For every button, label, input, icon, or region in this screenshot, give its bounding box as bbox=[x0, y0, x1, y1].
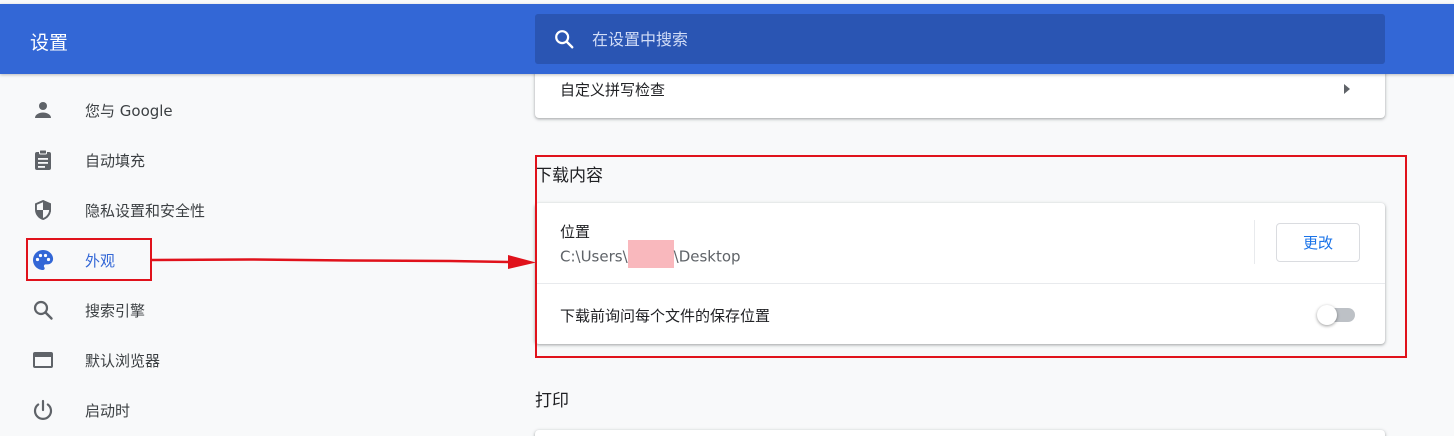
location-path-prefix: C:\Users\ bbox=[560, 247, 628, 266]
person-icon bbox=[35, 102, 51, 118]
ask-where-to-save-toggle[interactable] bbox=[1317, 305, 1357, 325]
header-bar: 设置 bbox=[0, 4, 1454, 74]
divider bbox=[1254, 220, 1255, 264]
print-section-title: 打印 bbox=[535, 391, 569, 411]
sidebar-item-privacy[interactable]: 隐私设置和安全性 bbox=[0, 188, 510, 232]
ask-where-to-save-label: 下载前询问每个文件的保存位置 bbox=[560, 307, 771, 325]
toggle-knob bbox=[1317, 305, 1337, 325]
change-location-button[interactable]: 更改 bbox=[1276, 223, 1360, 262]
sidebar-item-search-engine[interactable]: 搜索引擎 bbox=[0, 288, 510, 332]
download-location-row: 位置 C:\Users\ \Desktop 更改 bbox=[535, 203, 1385, 284]
palette-icon bbox=[33, 250, 54, 270]
downloads-card: 位置 C:\Users\ \Desktop 更改 下载前询问每个文件的保存位置 bbox=[535, 203, 1385, 344]
caret-right-icon[interactable] bbox=[1343, 83, 1351, 95]
redacted-username bbox=[627, 240, 674, 268]
spellcheck-label: 自定义拼写检查 bbox=[560, 81, 666, 99]
search-icon bbox=[33, 300, 53, 320]
sidebar-item-autofill[interactable]: 自动填充 bbox=[0, 138, 510, 182]
power-icon bbox=[33, 399, 53, 420]
settings-page: 设置 您与 Google 自动填充 bbox=[0, 0, 1454, 436]
sidebar-item-label: 自动填充 bbox=[85, 152, 146, 170]
sidebar-item-on-startup[interactable]: 启动时 bbox=[0, 388, 510, 432]
sidebar-item-appearance[interactable]: 外观 bbox=[0, 238, 510, 282]
sidebar-item-you-and-google[interactable]: 您与 Google bbox=[0, 88, 510, 132]
browser-icon bbox=[33, 352, 53, 368]
sidebar-item-label: 默认浏览器 bbox=[85, 352, 161, 370]
clipboard-icon bbox=[35, 149, 51, 170]
sidebar: 您与 Google 自动填充 隐私设置和安全性 外观 搜索引擎 默认浏览器 启动… bbox=[0, 74, 510, 436]
location-path-suffix: \Desktop bbox=[673, 247, 741, 266]
ask-where-to-save-row[interactable]: 下载前询问每个文件的保存位置 bbox=[535, 284, 1385, 344]
sidebar-item-label: 您与 Google bbox=[85, 102, 173, 120]
sidebar-item-label: 外观 bbox=[85, 252, 116, 270]
sidebar-item-label: 搜索引擎 bbox=[85, 302, 146, 320]
location-label: 位置 bbox=[560, 223, 591, 241]
sidebar-item-label: 启动时 bbox=[85, 402, 131, 420]
downloads-section-title: 下载内容 bbox=[535, 166, 603, 186]
sidebar-item-default-browser[interactable]: 默认浏览器 bbox=[0, 338, 510, 382]
shield-icon bbox=[35, 200, 51, 220]
search-input[interactable] bbox=[592, 27, 1292, 51]
app-title: 设置 bbox=[30, 32, 69, 54]
location-path: C:\Users\ \Desktop bbox=[560, 240, 741, 268]
search-box[interactable] bbox=[535, 14, 1385, 64]
print-card bbox=[535, 430, 1385, 436]
sidebar-item-label: 隐私设置和安全性 bbox=[85, 202, 206, 220]
search-icon[interactable] bbox=[553, 28, 575, 50]
